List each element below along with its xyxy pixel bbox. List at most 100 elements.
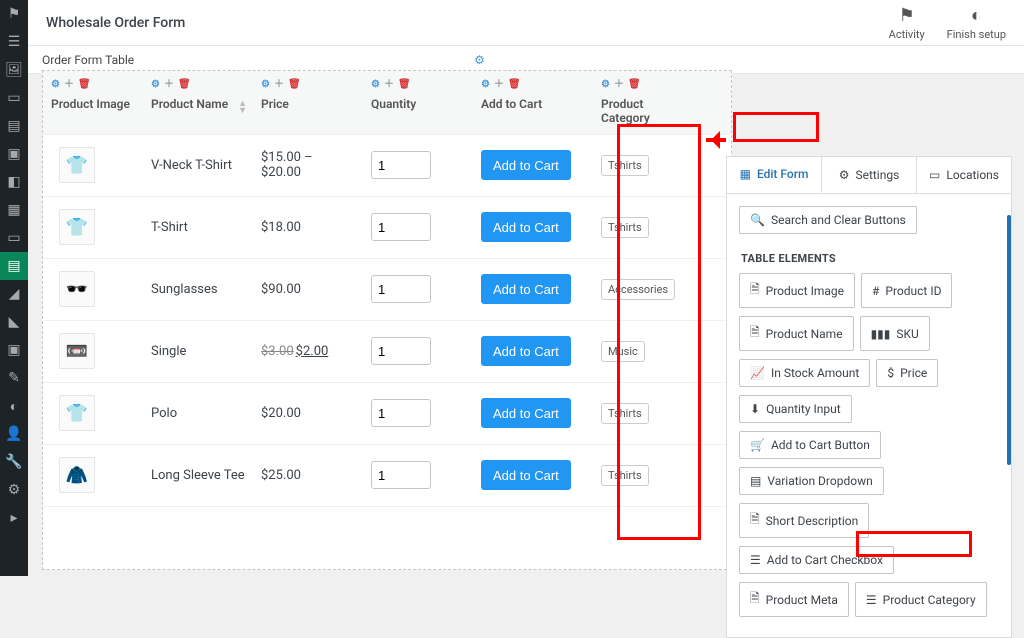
quantity-input[interactable] bbox=[371, 461, 431, 489]
element-product-meta[interactable]: 🗎Product Meta bbox=[739, 582, 849, 617]
trash-icon[interactable]: 🗑 bbox=[508, 79, 521, 91]
finish-setup-button[interactable]: ◐ Finish setup bbox=[947, 5, 1006, 41]
thumbnail[interactable]: 📼 bbox=[59, 333, 95, 369]
quantity-input[interactable] bbox=[371, 399, 431, 427]
tab-order-form-table[interactable]: Order Form Table bbox=[42, 53, 134, 67]
sidebar-item-active[interactable]: ▤ bbox=[0, 252, 28, 280]
trash-icon[interactable]: 🗑 bbox=[628, 79, 641, 91]
sidebar-item[interactable]: 👤 bbox=[0, 420, 28, 448]
add-icon[interactable]: ＋ bbox=[614, 79, 624, 91]
gear-icon[interactable]: ⚙ bbox=[261, 79, 270, 91]
element-short-description[interactable]: 🗎Short Description bbox=[739, 503, 869, 538]
sidebar-item[interactable]: ◧ bbox=[0, 168, 28, 196]
sidebar-item[interactable]: ▣ bbox=[0, 336, 28, 364]
thumbnail[interactable]: 👕 bbox=[59, 147, 95, 183]
gear-icon[interactable]: ⚙ bbox=[151, 79, 160, 91]
category-badge[interactable]: Tshirts bbox=[601, 465, 649, 486]
add-to-cart-button[interactable]: Add to Cart bbox=[481, 212, 571, 242]
gear-icon[interactable]: ⚙ bbox=[601, 79, 610, 91]
add-to-cart-button[interactable]: Add to Cart bbox=[481, 274, 571, 304]
element-in-stock[interactable]: 📈In Stock Amount bbox=[739, 359, 870, 387]
add-to-cart-button[interactable]: Add to Cart bbox=[481, 336, 571, 366]
element-search-clear[interactable]: 🔍 Search and Clear Buttons bbox=[739, 206, 917, 234]
sidebar-item[interactable]: 🖼 bbox=[0, 56, 28, 84]
sidebar-item[interactable]: ⚑ bbox=[0, 0, 28, 28]
quantity-input[interactable] bbox=[371, 275, 431, 303]
scrollbar[interactable] bbox=[1007, 215, 1011, 465]
col-header-image: Product Image bbox=[51, 97, 130, 111]
tab-settings[interactable]: ⚙ Settings bbox=[822, 157, 917, 193]
quantity-input[interactable] bbox=[371, 151, 431, 179]
add-to-cart-button[interactable]: Add to Cart bbox=[481, 150, 571, 180]
gear-icon[interactable]: ⚙ bbox=[371, 79, 380, 91]
element-variation-dropdown[interactable]: ▤Variation Dropdown bbox=[739, 467, 884, 495]
category-badge[interactable]: Music bbox=[601, 341, 645, 362]
thumbnail[interactable]: 👕 bbox=[59, 395, 95, 431]
sidebar-item[interactable]: ▦ bbox=[0, 196, 28, 224]
table-row: 📼 Single$3.00 $2.00 Add to Cart Music bbox=[43, 321, 731, 383]
list-icon: ☰ bbox=[866, 593, 877, 607]
trash-icon[interactable]: 🗑 bbox=[398, 79, 411, 91]
product-name-cell[interactable]: Polo bbox=[143, 398, 253, 429]
tab-locations[interactable]: ▭ Locations bbox=[917, 157, 1011, 193]
gear-icon[interactable]: ⚙ bbox=[474, 53, 485, 67]
sidebar-item[interactable]: ▸ bbox=[0, 504, 28, 532]
sidebar-item[interactable]: ⚙ bbox=[0, 476, 28, 504]
price-cell: $3.00 $2.00 bbox=[253, 336, 363, 367]
sidebar-item[interactable]: ▭ bbox=[0, 84, 28, 112]
gear-icon[interactable]: ⚙ bbox=[481, 79, 490, 91]
element-product-id[interactable]: #Product ID bbox=[861, 273, 952, 308]
sidebar-item[interactable]: ☰ bbox=[0, 28, 28, 56]
trash-icon[interactable]: 🗑 bbox=[78, 79, 91, 91]
sidebar-item[interactable]: 🔧 bbox=[0, 448, 28, 476]
category-badge[interactable]: Tshirts bbox=[601, 403, 649, 424]
element-sku[interactable]: ▮▮▮SKU bbox=[860, 316, 930, 351]
sidebar-item[interactable]: ✎ bbox=[0, 364, 28, 392]
product-name-cell[interactable]: Single bbox=[143, 336, 253, 367]
add-icon[interactable]: ＋ bbox=[64, 79, 74, 91]
trash-icon[interactable]: 🗑 bbox=[178, 79, 191, 91]
activity-button[interactable]: ⚑ Activity bbox=[889, 5, 925, 41]
element-price[interactable]: $Price bbox=[876, 359, 938, 387]
table-row: 🧥Long Sleeve Tee $25.00Add to CartTshirt… bbox=[43, 445, 731, 507]
element-product-name[interactable]: 🗎Product Name bbox=[739, 316, 854, 351]
element-product-image[interactable]: 🗎Product Image bbox=[739, 273, 855, 308]
element-qty-input[interactable]: ⬇Quantity Input bbox=[739, 395, 852, 423]
thumbnail[interactable]: 👕 bbox=[59, 209, 95, 245]
product-name-cell[interactable]: Sunglasses bbox=[143, 274, 253, 305]
tab-edit-form[interactable]: ▦ Edit Form bbox=[727, 157, 822, 193]
element-add-to-cart-button[interactable]: 🛒Add to Cart Button bbox=[739, 431, 881, 459]
category-badge[interactable]: Tshirts bbox=[601, 155, 649, 176]
topbar: Wholesale Order Form ⚑ Activity ◐ Finish… bbox=[28, 0, 1024, 46]
add-icon[interactable]: ＋ bbox=[274, 79, 284, 91]
add-to-cart-button[interactable]: Add to Cart bbox=[481, 398, 571, 428]
col-header-price: Price bbox=[261, 97, 289, 111]
element-add-to-cart-checkbox[interactable]: ☰Add to Cart Checkbox bbox=[739, 546, 894, 574]
sidebar-item[interactable]: ◐ bbox=[0, 392, 28, 420]
sidebar-item[interactable]: ▣ bbox=[0, 140, 28, 168]
sidebar-item[interactable]: ◢ bbox=[0, 280, 28, 308]
add-icon[interactable]: ＋ bbox=[494, 79, 504, 91]
order-form-table: ⚙＋🗑 Product Image ⚙＋🗑 Product Name ▲▼ ⚙＋… bbox=[42, 70, 732, 570]
product-name-cell[interactable]: Long Sleeve Tee bbox=[143, 460, 253, 491]
product-name-cell[interactable]: V-Neck T-Shirt bbox=[143, 150, 253, 181]
sidebar-item[interactable]: ▤ bbox=[0, 112, 28, 140]
gear-icon[interactable]: ⚙ bbox=[51, 79, 60, 91]
quantity-input[interactable] bbox=[371, 337, 431, 365]
element-product-category[interactable]: ☰Product Category bbox=[855, 582, 987, 617]
product-name-cell[interactable]: T-Shirt bbox=[143, 212, 253, 243]
thumbnail[interactable]: 🧥 bbox=[59, 457, 95, 493]
add-icon[interactable]: ＋ bbox=[164, 79, 174, 91]
add-to-cart-button[interactable]: Add to Cart bbox=[481, 460, 571, 490]
category-badge[interactable]: Accessories bbox=[601, 279, 675, 300]
quantity-input[interactable] bbox=[371, 213, 431, 241]
sort-icon[interactable]: ▲▼ bbox=[238, 101, 247, 115]
sidebar-item[interactable]: ▭ bbox=[0, 224, 28, 252]
trash-icon[interactable]: 🗑 bbox=[288, 79, 301, 91]
dollar-icon: $ bbox=[887, 366, 894, 380]
thumbnail[interactable]: 🕶️ bbox=[59, 271, 95, 307]
sidebar-item[interactable]: ◣ bbox=[0, 308, 28, 336]
add-icon[interactable]: ＋ bbox=[384, 79, 394, 91]
file-icon: 🗎 bbox=[750, 589, 760, 610]
category-badge[interactable]: Tshirts bbox=[601, 217, 649, 238]
